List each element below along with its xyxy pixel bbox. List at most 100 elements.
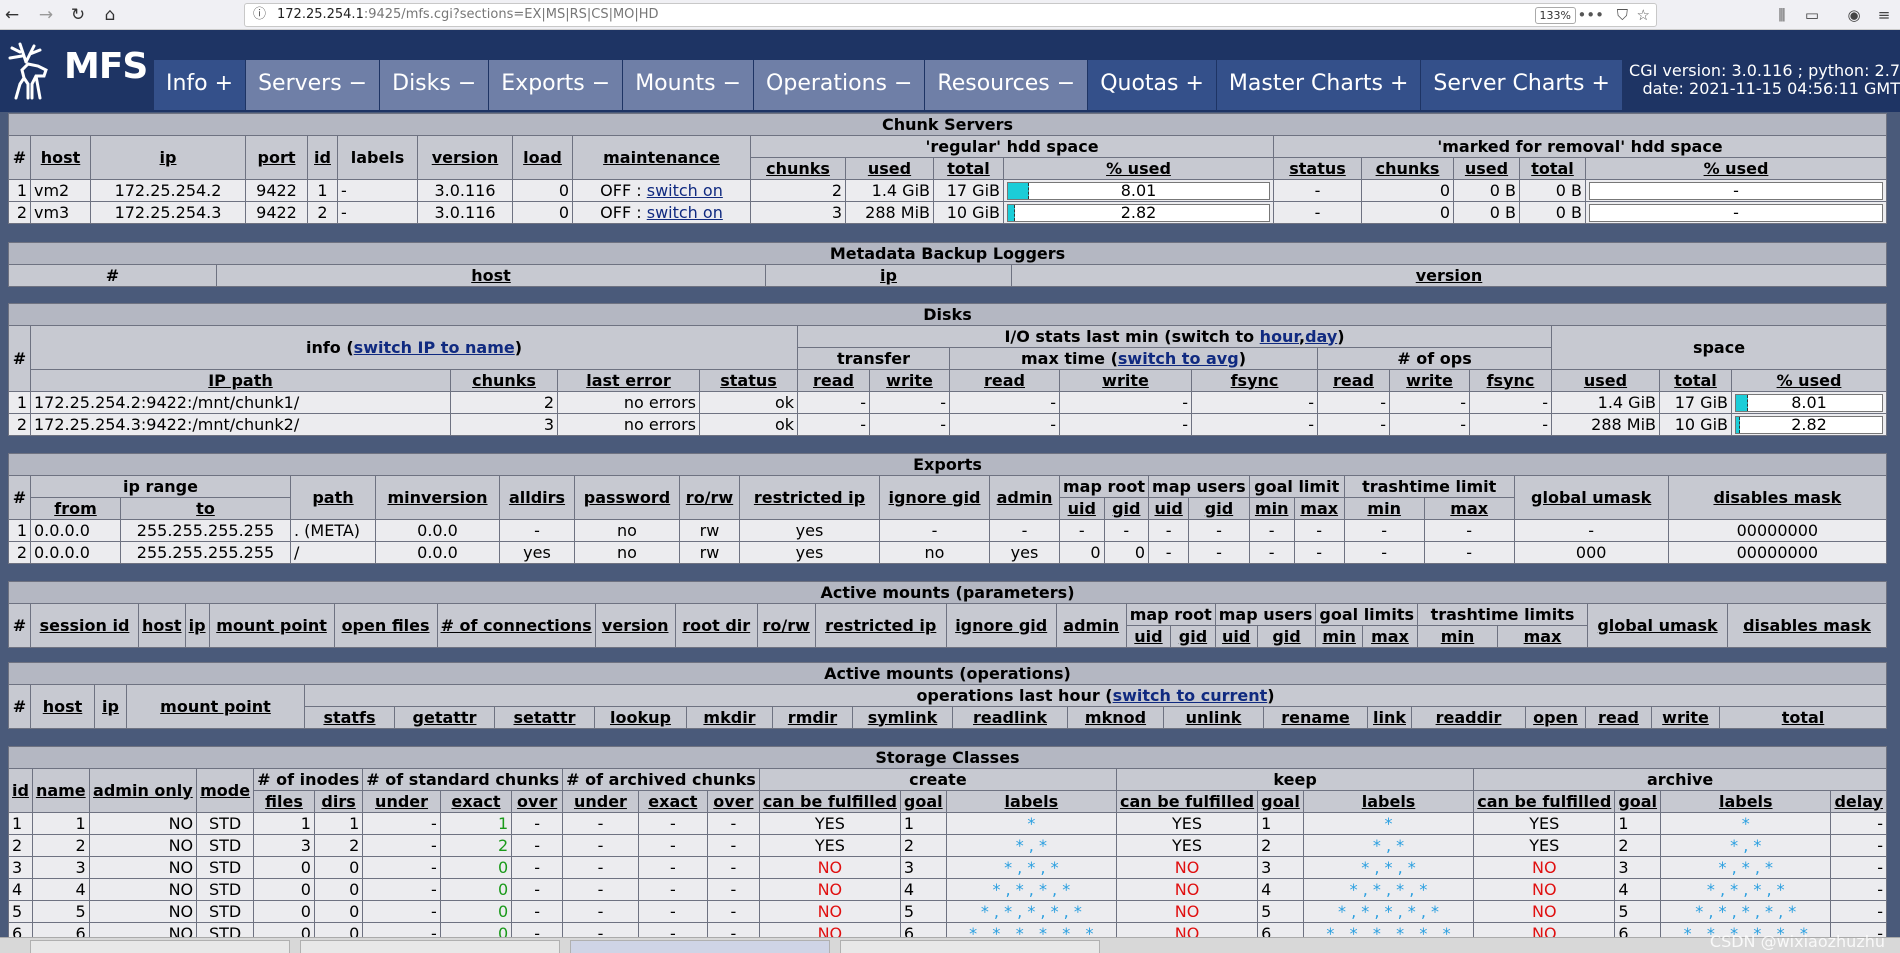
taskbar-item[interactable] [30, 940, 290, 953]
tab-servers[interactable]: Servers − [246, 60, 381, 110]
col-header[interactable]: ip [90, 135, 246, 180]
col-header[interactable]: fsync [1469, 369, 1552, 392]
col-header[interactable]: load [512, 135, 573, 180]
col-header[interactable]: rename [1263, 706, 1368, 729]
col-header[interactable]: mode [196, 768, 255, 813]
tab-disks[interactable]: Disks − [380, 60, 490, 110]
taskbar-item[interactable] [300, 940, 560, 953]
col-header[interactable]: gid [1170, 625, 1216, 648]
col-header[interactable]: min [1248, 497, 1295, 520]
col-header[interactable]: last error [557, 369, 700, 392]
col-header[interactable]: mount point [126, 684, 305, 729]
col-header[interactable]: mknod [1067, 706, 1164, 729]
switch-to-hour-link[interactable]: hour [1260, 327, 1299, 346]
col-header[interactable]: used [1551, 369, 1660, 392]
col-header[interactable]: read [1317, 369, 1390, 392]
col-header[interactable]: host [30, 684, 95, 729]
col-header[interactable]: write [1651, 706, 1720, 729]
col-header[interactable]: id [8, 768, 33, 813]
col-header[interactable]: version [1011, 264, 1887, 287]
menu-icon[interactable]: ≡ [1872, 3, 1896, 27]
col-header[interactable]: # of connections [436, 603, 596, 648]
col-header[interactable]: chunks [450, 369, 558, 392]
switch-ip-to-name-link[interactable]: switch IP to name [354, 338, 515, 357]
col-header[interactable]: readlink [952, 706, 1068, 729]
col-header[interactable]: port [245, 135, 308, 180]
col-header[interactable]: maintenance [572, 135, 751, 180]
col-header[interactable]: % used [1585, 157, 1887, 180]
col-header[interactable]: total [1719, 706, 1887, 729]
col-header[interactable]: max [1293, 497, 1345, 520]
tab-server-charts[interactable]: Server Charts + [1421, 60, 1623, 110]
col-header[interactable]: can be fulfilled [1473, 790, 1616, 813]
col-header[interactable]: gid [1103, 497, 1150, 520]
zoom-level[interactable]: 133% [1534, 7, 1576, 24]
col-header[interactable]: disables mask [1667, 475, 1888, 520]
col-header[interactable]: over [706, 790, 760, 813]
col-header[interactable]: % used [1731, 369, 1887, 392]
col-header[interactable]: over [511, 790, 564, 813]
tab-quotas[interactable]: Quotas + [1088, 60, 1217, 110]
col-header[interactable]: restricted ip [739, 475, 880, 520]
col-header[interactable]: open files [333, 603, 438, 648]
col-header[interactable]: total [933, 157, 1004, 180]
home-icon[interactable]: ⌂ [98, 3, 122, 27]
col-header[interactable]: delay [1830, 790, 1887, 813]
col-header[interactable]: exact [439, 790, 513, 813]
col-header[interactable]: alldirs [499, 475, 575, 520]
account-icon[interactable]: ◉ [1842, 3, 1866, 27]
col-header[interactable]: setattr [494, 706, 595, 729]
col-header[interactable]: min [1315, 625, 1363, 648]
col-header[interactable]: chunks [750, 157, 846, 180]
col-header[interactable]: ip [184, 603, 210, 648]
col-header[interactable]: write [869, 369, 950, 392]
col-header[interactable]: admin only [88, 768, 198, 813]
col-header[interactable]: fsync [1191, 369, 1318, 392]
col-header[interactable]: exact [637, 790, 708, 813]
col-header[interactable]: status [699, 369, 798, 392]
col-header[interactable]: version [594, 603, 676, 648]
tab-resources[interactable]: Resources − [925, 60, 1089, 110]
col-header[interactable]: gid [1256, 625, 1317, 648]
switch-to-avg-link[interactable]: switch to avg [1118, 349, 1239, 368]
col-header[interactable]: lookup [594, 706, 687, 729]
url-bar[interactable]: ⓘ 172.25.254.1:9425/mfs.cgi?sections=EX|… [244, 3, 1657, 27]
col-header[interactable]: readdir [1411, 706, 1526, 729]
col-header[interactable]: getattr [394, 706, 495, 729]
reload-icon[interactable]: ↻ [66, 3, 90, 27]
col-header[interactable]: ro/rw [679, 475, 740, 520]
col-header[interactable]: labels [1660, 790, 1832, 813]
col-header[interactable]: used [845, 157, 934, 180]
col-header[interactable]: files [253, 790, 315, 813]
col-header[interactable]: total [1659, 369, 1732, 392]
col-header[interactable]: root dir [674, 603, 758, 648]
col-header[interactable]: max [1496, 625, 1588, 648]
info-icon[interactable]: ⓘ [253, 4, 266, 26]
switch-on-link[interactable]: switch on [647, 203, 723, 222]
col-header[interactable]: uid [1148, 497, 1190, 520]
sidebar-icon[interactable]: ▭ [1800, 3, 1824, 27]
col-header[interactable]: min [1343, 497, 1425, 520]
col-header[interactable]: session id [30, 603, 139, 648]
col-header[interactable]: can be fulfilled [758, 790, 901, 813]
tab-mounts[interactable]: Mounts − [623, 60, 755, 110]
col-header[interactable]: to [120, 497, 291, 520]
col-header[interactable]: statfs [304, 706, 395, 729]
col-header[interactable]: read [1585, 706, 1652, 729]
taskbar-item[interactable] [840, 940, 1100, 953]
library-icon[interactable]: ⫼ [1770, 3, 1794, 27]
col-header[interactable]: chunks [1361, 157, 1454, 180]
col-header[interactable]: host [216, 264, 766, 287]
col-header[interactable]: from [30, 497, 121, 520]
col-header[interactable]: total [1519, 157, 1586, 180]
col-header[interactable]: labels [945, 790, 1118, 813]
col-header[interactable]: under [562, 790, 639, 813]
col-header[interactable]: global umask [1513, 475, 1669, 520]
col-header[interactable]: mount point [208, 603, 335, 648]
col-header[interactable]: can be fulfilled [1116, 790, 1259, 813]
tab-info[interactable]: Info + [154, 60, 247, 110]
col-header[interactable]: ip [765, 264, 1012, 287]
pocket-icon[interactable]: ⛉ [1617, 4, 1628, 26]
tab-operations[interactable]: Operations − [754, 60, 926, 110]
col-header[interactable]: ro/rw [756, 603, 816, 648]
